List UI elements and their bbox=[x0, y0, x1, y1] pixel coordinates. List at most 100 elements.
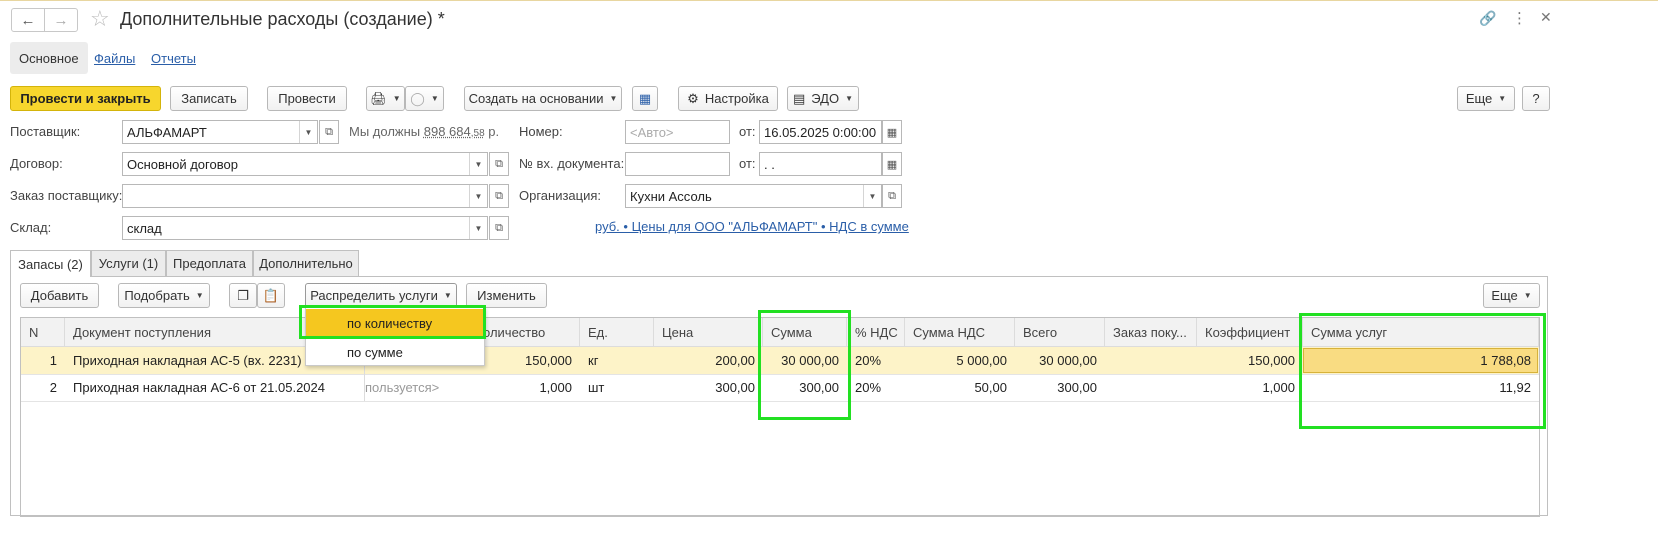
forward-button[interactable]: → bbox=[44, 8, 78, 32]
save-button[interactable]: Записать bbox=[170, 86, 248, 111]
cell-price[interactable]: 300,00 bbox=[654, 374, 763, 401]
cell-total[interactable]: 300,00 bbox=[1015, 374, 1105, 401]
calendar-icon: ▦ bbox=[886, 126, 898, 139]
cell-coef[interactable]: 1,000 bbox=[1197, 374, 1303, 401]
number-field[interactable]: <Авто> bbox=[625, 120, 730, 144]
organization-field[interactable]: Кухни Ассоль ▼ bbox=[625, 184, 882, 208]
edo-icon: ▤ bbox=[792, 90, 806, 106]
edo-label: ЭДО bbox=[811, 91, 840, 106]
tab-inventory[interactable]: Запасы (2) bbox=[10, 250, 91, 277]
open-icon: ⧉ bbox=[888, 189, 896, 202]
cell-price[interactable]: 200,00 bbox=[654, 347, 763, 374]
chevron-down-icon[interactable]: ▼ bbox=[299, 121, 317, 143]
link-icon[interactable]: 🔗 bbox=[1479, 10, 1496, 27]
calendar-icon: ▦ bbox=[886, 158, 898, 171]
copy-button[interactable]: ❐ bbox=[229, 283, 257, 308]
calendar-button[interactable]: ▦ bbox=[882, 120, 902, 144]
add-button[interactable]: Добавить bbox=[20, 283, 99, 308]
pick-label: Подобрать bbox=[124, 288, 190, 303]
open-supplier-button[interactable]: ⧉ bbox=[319, 120, 339, 144]
supplier-order-field[interactable]: ▼ bbox=[122, 184, 488, 208]
open-organization-button[interactable]: ⧉ bbox=[882, 184, 902, 208]
prices-vat-link[interactable]: руб. • Цены для ООО "АЛЬФАМАРТ" • НДС в … bbox=[595, 219, 909, 234]
in-date-from-label: от: bbox=[739, 156, 756, 171]
send-button[interactable]: ◯ ▼ bbox=[405, 86, 444, 111]
star-icon[interactable]: ☆ bbox=[90, 6, 110, 32]
open-warehouse-button[interactable]: ⧉ bbox=[489, 216, 509, 240]
cell-vat[interactable]: 20% bbox=[847, 347, 905, 374]
cell-vat-sum[interactable]: 50,00 bbox=[905, 374, 1015, 401]
open-order-button[interactable]: ⧉ bbox=[489, 184, 509, 208]
cell-total[interactable]: 30 000,00 bbox=[1015, 347, 1105, 374]
create-based-on-label: Создать на основании bbox=[468, 91, 604, 106]
chevron-down-icon[interactable]: ▼ bbox=[863, 185, 881, 207]
create-based-on-button[interactable]: Создать на основании ▼ bbox=[464, 86, 622, 111]
supplier-field[interactable]: АЛЬФАМАРТ ▼ bbox=[122, 120, 318, 144]
col-header-total[interactable]: Всего bbox=[1015, 318, 1105, 347]
menu-item-by-sum[interactable]: по сумме bbox=[306, 338, 484, 366]
settings-button[interactable]: ⚙ Настройка bbox=[678, 86, 778, 111]
gear-icon: ⚙ bbox=[687, 90, 699, 106]
chevron-down-icon: ▼ bbox=[609, 94, 618, 103]
paste-button[interactable]: 📋 bbox=[257, 283, 285, 308]
post-and-close-button[interactable]: Провести и закрыть bbox=[10, 86, 161, 111]
col-header-qty-label: оличество bbox=[483, 324, 546, 340]
post-button[interactable]: Провести bbox=[267, 86, 347, 111]
tab-services[interactable]: Услуги (1) bbox=[91, 250, 166, 276]
in-calendar-button[interactable]: ▦ bbox=[882, 152, 902, 176]
col-header-vat-sum[interactable]: Сумма НДС bbox=[905, 318, 1015, 347]
chevron-down-icon[interactable]: ▼ bbox=[469, 153, 487, 175]
col-header-price[interactable]: Цена bbox=[654, 318, 763, 347]
open-icon: ⧉ bbox=[495, 157, 503, 170]
warehouse-field[interactable]: склад ▼ bbox=[122, 216, 488, 240]
in-doc-field[interactable] bbox=[625, 152, 730, 176]
chevron-down-icon[interactable]: ▼ bbox=[469, 217, 487, 239]
cell-n[interactable]: 1 bbox=[21, 347, 65, 374]
cell-order[interactable] bbox=[1105, 374, 1197, 401]
warehouse-value: склад bbox=[127, 220, 162, 236]
help-button[interactable]: ? bbox=[1522, 86, 1550, 111]
in-date-field[interactable]: . . bbox=[759, 152, 882, 176]
col-header-n[interactable]: N bbox=[21, 318, 65, 347]
debt-amount-int: 898 684 bbox=[423, 124, 471, 139]
structure-button[interactable]: ▦ bbox=[632, 86, 658, 111]
number-placeholder: <Авто> bbox=[630, 124, 674, 140]
cell-vat[interactable]: 20% bbox=[847, 374, 905, 401]
col-header-vat[interactable]: % НДС bbox=[847, 318, 905, 347]
tab-reports[interactable]: Отчеты bbox=[142, 42, 205, 74]
cell-order[interactable] bbox=[1105, 347, 1197, 374]
cell-coef[interactable]: 150,000 bbox=[1197, 347, 1303, 374]
cell-doc[interactable]: Приходная накладная АС-6 от 21.05.2024 bbox=[65, 374, 365, 401]
close-icon[interactable]: ✕ bbox=[1540, 9, 1552, 26]
tab-prepayment[interactable]: Предоплата bbox=[166, 250, 253, 276]
cell-qty[interactable]: 1,000 bbox=[445, 374, 580, 401]
settings-label: Настройка bbox=[704, 91, 769, 106]
col-header-order[interactable]: Заказ поку... bbox=[1105, 318, 1197, 347]
cell-unit[interactable]: кг bbox=[580, 347, 654, 374]
tab-main[interactable]: Основное bbox=[10, 42, 88, 74]
table-more-button[interactable]: Еще ▼ bbox=[1483, 283, 1540, 308]
pick-button[interactable]: Подобрать ▼ bbox=[118, 283, 210, 308]
more-button[interactable]: Еще ▼ bbox=[1457, 86, 1515, 111]
cell-n[interactable]: 2 bbox=[21, 374, 65, 401]
contract-field[interactable]: Основной договор ▼ bbox=[122, 152, 488, 176]
page-title: Дополнительные расходы (создание) * bbox=[120, 9, 445, 29]
debt-amount[interactable]: 898 684,58 bbox=[424, 124, 485, 139]
col-header-unit[interactable]: Ед. bbox=[580, 318, 654, 347]
cell-unit[interactable]: шт bbox=[580, 374, 654, 401]
col-header-coef[interactable]: Коэффициент bbox=[1197, 318, 1303, 347]
table-more-label: Еще bbox=[1491, 288, 1518, 303]
print-button[interactable]: 🖨 ▼ bbox=[366, 86, 405, 111]
cell-ref[interactable]: пользуется> bbox=[365, 374, 445, 401]
back-button[interactable]: ← bbox=[11, 8, 45, 32]
envelope-icon: ◯ bbox=[410, 90, 425, 106]
kebab-icon[interactable]: ⋮ bbox=[1512, 9, 1527, 27]
debt-prefix: Мы должны bbox=[349, 124, 421, 139]
open-contract-button[interactable]: ⧉ bbox=[489, 152, 509, 176]
tab-files[interactable]: Файлы bbox=[85, 42, 144, 74]
chevron-down-icon[interactable]: ▼ bbox=[469, 185, 487, 207]
edo-button[interactable]: ▤ ЭДО ▼ bbox=[787, 86, 859, 111]
tab-additional[interactable]: Дополнительно bbox=[253, 250, 359, 276]
date-field[interactable]: 16.05.2025 0:00:00 bbox=[759, 120, 882, 144]
cell-vat-sum[interactable]: 5 000,00 bbox=[905, 347, 1015, 374]
